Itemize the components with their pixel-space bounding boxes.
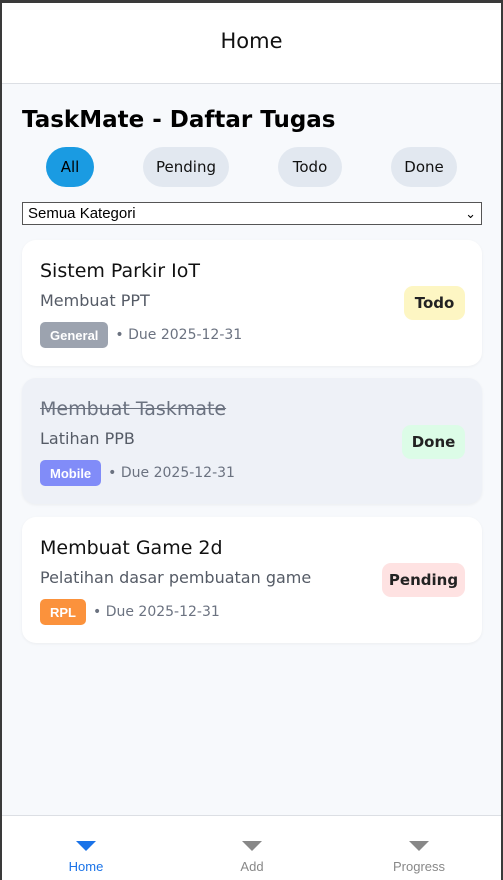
- filter-chip-all[interactable]: All: [46, 147, 94, 187]
- category-select-value: Semua Kategori: [28, 205, 136, 222]
- task-card[interactable]: Membuat Game 2d Pelatihan dasar pembuata…: [22, 517, 482, 643]
- page-title: TaskMate - Daftar Tugas: [22, 107, 336, 133]
- nav-item-home[interactable]: Home: [26, 816, 146, 880]
- header-title: Home: [220, 29, 283, 53]
- bottom-nav: Home Add Progress: [2, 815, 501, 880]
- task-card[interactable]: Sistem Parkir IoT Membuat PPT General • …: [22, 240, 482, 366]
- filter-chip-done[interactable]: Done: [391, 147, 457, 187]
- filter-chip-label: Done: [404, 158, 444, 176]
- nav-item-add[interactable]: Add: [192, 816, 312, 880]
- task-title: Membuat Game 2d: [40, 537, 223, 559]
- category-tag: General: [40, 322, 109, 348]
- home-nav-icon: [76, 841, 96, 851]
- status-badge: Todo: [404, 286, 465, 320]
- status-badge: Done: [402, 425, 465, 459]
- app-header: Home: [2, 3, 501, 84]
- task-title: Sistem Parkir IoT: [40, 260, 200, 282]
- task-description: Membuat PPT: [40, 291, 150, 310]
- category-tag: RPL: [40, 599, 86, 625]
- add-nav-icon: [242, 841, 262, 851]
- due-date: • Due 2025-12-31: [115, 327, 243, 343]
- filter-chip-label: Todo: [292, 158, 328, 176]
- task-title: Membuat Taskmate: [40, 398, 227, 420]
- nav-label: Progress: [392, 859, 446, 874]
- nav-label: Home: [68, 859, 104, 874]
- progress-nav-icon: [409, 841, 429, 851]
- filter-chip-label: Pending: [156, 158, 216, 176]
- filter-chip-label: All: [60, 158, 80, 176]
- filter-chip-todo[interactable]: Todo: [278, 147, 342, 187]
- task-meta: Mobile • Due 2025-12-31: [40, 460, 235, 486]
- category-tag: Mobile: [40, 460, 102, 486]
- due-date: • Due 2025-12-31: [93, 604, 220, 620]
- due-date: • Due 2025-12-31: [108, 465, 235, 481]
- task-description: Pelatihan dasar pembuatan game: [40, 568, 312, 587]
- app-frame: Home TaskMate - Daftar Tugas All Pending…: [0, 0, 503, 880]
- filter-chip-pending[interactable]: Pending: [143, 147, 229, 187]
- task-card[interactable]: Membuat Taskmate Latihan PPB Mobile • Du…: [22, 378, 482, 504]
- chevron-down-icon: ⌄: [465, 206, 476, 221]
- category-select[interactable]: Semua Kategori ⌄: [22, 202, 482, 225]
- status-badge: Pending: [382, 563, 465, 597]
- task-description: Latihan PPB: [40, 429, 135, 448]
- nav-item-progress[interactable]: Progress: [359, 816, 479, 880]
- task-meta: RPL • Due 2025-12-31: [40, 599, 220, 625]
- task-meta: General • Due 2025-12-31: [40, 322, 242, 348]
- nav-label: Add: [240, 859, 264, 874]
